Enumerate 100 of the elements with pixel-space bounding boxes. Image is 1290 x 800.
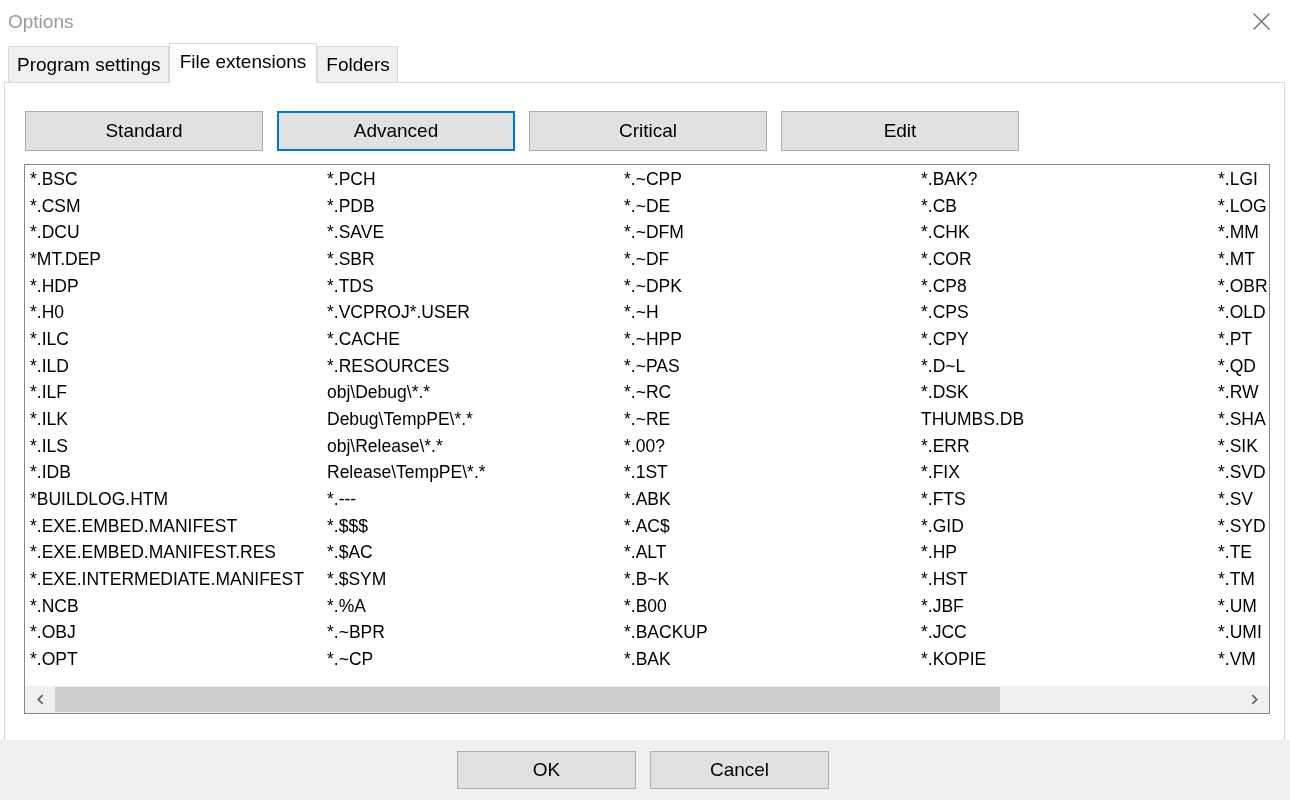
list-item[interactable]: *.ERR	[921, 432, 970, 460]
list-item[interactable]: *.UM	[1218, 592, 1257, 620]
category-button[interactable]: Standard	[25, 111, 263, 151]
list-item[interactable]: *.LOG	[1218, 192, 1267, 220]
list-item[interactable]: *.ILF	[30, 379, 67, 406]
list-item[interactable]: Release\TempPE\*.*	[327, 459, 486, 486]
list-item[interactable]: obj\Release\*.*	[327, 432, 443, 460]
list-item[interactable]: *.PCH	[327, 166, 376, 193]
chevron-left-icon[interactable]	[36, 694, 44, 705]
list-item[interactable]: *.$SYM	[327, 565, 387, 593]
horizontal-scrollbar[interactable]	[25, 686, 1269, 713]
list-item[interactable]: *.B00	[624, 592, 667, 620]
tab[interactable]: File extensions	[168, 43, 318, 83]
list-item[interactable]: *.%A	[327, 592, 366, 620]
list-item[interactable]: *.OLD	[1218, 299, 1266, 326]
list-item[interactable]: *.UMI	[1218, 619, 1262, 646]
list-item[interactable]: *.~DFM	[624, 219, 684, 246]
list-item[interactable]: *.SV	[1218, 485, 1254, 513]
list-item[interactable]: *.CSM	[30, 192, 81, 220]
list-item[interactable]: *.AC$	[624, 512, 670, 540]
list-item[interactable]: *.HDP	[30, 272, 79, 300]
list-item[interactable]: *.SAVE	[327, 219, 385, 246]
list-item[interactable]: *.QD	[1218, 352, 1256, 380]
list-item[interactable]: *.OBJ	[30, 619, 76, 646]
list-item[interactable]: *.CPS	[921, 299, 969, 326]
list-item[interactable]: Debug\TempPE\*.*	[327, 405, 473, 433]
scrollbar-thumb[interactable]	[55, 687, 1000, 712]
list-item[interactable]: *BUILDLOG.HTM	[30, 485, 169, 513]
tab[interactable]: Folders	[317, 46, 398, 82]
list-item[interactable]: *.B~K	[624, 565, 670, 593]
list-item[interactable]: *.HP	[921, 539, 957, 566]
list-item[interactable]: *.~PAS	[624, 352, 680, 380]
list-item[interactable]: *.SHA	[1218, 405, 1266, 433]
list-item[interactable]: *.~RE	[624, 405, 671, 433]
category-button[interactable]: Advanced	[277, 111, 515, 151]
list-item[interactable]: *.BAK?	[921, 166, 978, 193]
list-item[interactable]: *.---	[327, 485, 357, 513]
list-item[interactable]: *.EXE.EMBED.MANIFEST	[30, 512, 238, 540]
list-item[interactable]: *.IDB	[30, 459, 71, 486]
list-item[interactable]: *.ALT	[624, 539, 667, 566]
list-item[interactable]: *.~DPK	[624, 272, 682, 300]
list-item[interactable]: *.1ST	[624, 459, 668, 486]
list-item[interactable]: obj\Debug\*.*	[327, 379, 431, 406]
list-item[interactable]: THUMBS.DB	[921, 405, 1025, 433]
list-item[interactable]: *.CPY	[921, 325, 969, 353]
list-item[interactable]: *.OPT	[30, 645, 78, 673]
list-item[interactable]: *.EXE.EMBED.MANIFEST.RES	[30, 539, 277, 566]
list-item[interactable]: *.00?	[624, 432, 665, 460]
list-item[interactable]: *.ILC	[30, 325, 69, 353]
list-item[interactable]: *.NCB	[30, 592, 79, 620]
list-item[interactable]: *.~CP	[327, 645, 374, 673]
list-item[interactable]: *MT.DEP	[30, 245, 101, 273]
list-item[interactable]: *.PT	[1218, 325, 1253, 353]
tab[interactable]: Program settings	[8, 46, 169, 82]
chevron-right-icon[interactable]	[1250, 694, 1258, 705]
list-item[interactable]: *.TE	[1218, 539, 1253, 566]
list-item[interactable]: *.ABK	[624, 485, 671, 513]
list-item[interactable]: *.D~L	[921, 352, 966, 380]
list-item[interactable]: *.$$$	[327, 512, 368, 540]
list-item[interactable]: *.CACHE	[327, 325, 400, 353]
list-item[interactable]: *.VM	[1218, 645, 1256, 673]
list-item[interactable]: *.MM	[1218, 219, 1259, 246]
list-item[interactable]: *.GID	[921, 512, 964, 540]
list-item[interactable]: *.COR	[921, 245, 972, 273]
category-button[interactable]: Edit	[781, 111, 1019, 151]
list-item[interactable]: *.FTS	[921, 485, 966, 513]
list-item[interactable]: *.JBF	[921, 592, 964, 620]
list-item[interactable]: *.CHK	[921, 219, 970, 246]
list-item[interactable]: *.ILD	[30, 352, 69, 380]
list-item[interactable]: *.FIX	[921, 459, 960, 486]
list-item[interactable]: *.SIK	[1218, 432, 1258, 460]
dialog-button[interactable]: Cancel	[650, 751, 829, 789]
list-item[interactable]: *.EXE.INTERMEDIATE.MANIFEST	[30, 565, 304, 593]
close-icon[interactable]	[1253, 13, 1270, 30]
list-item[interactable]: *.TM	[1218, 565, 1255, 593]
list-item[interactable]: *.CB	[921, 192, 957, 220]
list-item[interactable]: *.JCC	[921, 619, 967, 646]
list-item[interactable]: *.BACKUP	[624, 619, 708, 646]
dialog-button[interactable]: OK	[457, 751, 636, 789]
list-item[interactable]: *.~CPP	[624, 166, 682, 193]
category-button[interactable]: Critical	[529, 111, 767, 151]
list-item[interactable]: *.SYD	[1218, 512, 1266, 540]
list-item[interactable]: *.CP8	[921, 272, 967, 300]
list-item[interactable]: *.TDS	[327, 272, 374, 300]
list-item[interactable]: *.PDB	[327, 192, 375, 220]
list-item[interactable]: *.OBR	[1218, 272, 1268, 300]
list-item[interactable]: *.MT	[1218, 245, 1255, 273]
list-item[interactable]: *.SVD	[1218, 459, 1266, 486]
list-item[interactable]: *.~RC	[624, 379, 672, 406]
list-item[interactable]: *.KOPIE	[921, 645, 987, 673]
list-item[interactable]: *.~H	[624, 299, 659, 326]
list-item[interactable]: *.LGI	[1218, 166, 1258, 193]
list-item[interactable]: *.BAK	[624, 645, 671, 673]
list-item[interactable]: *.VCPROJ*.USER	[327, 299, 470, 326]
list-item[interactable]: *.~HPP	[624, 325, 682, 353]
list-item[interactable]: *.HST	[921, 565, 968, 593]
list-item[interactable]: *.RW	[1218, 379, 1259, 406]
list-item[interactable]: *.$AC	[327, 539, 373, 566]
list-item[interactable]: *.DSK	[921, 379, 969, 406]
list-item[interactable]: *.~BPR	[327, 619, 385, 646]
